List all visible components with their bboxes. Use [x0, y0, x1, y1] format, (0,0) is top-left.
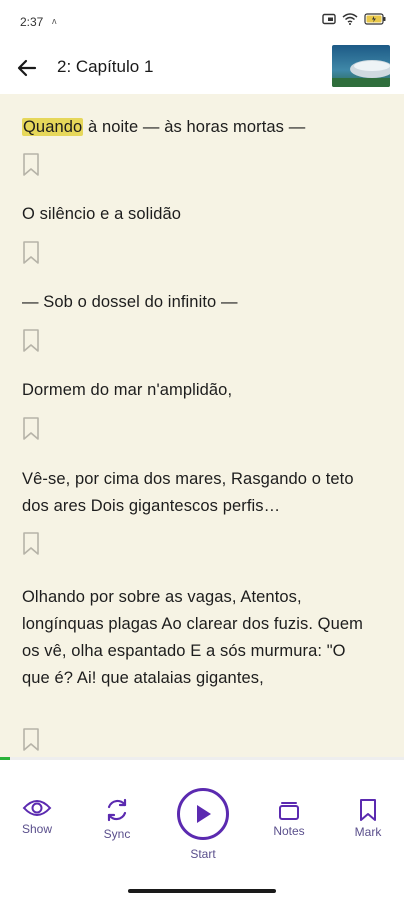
status-icons — [322, 13, 386, 25]
bookmark-icon[interactable] — [22, 153, 40, 177]
show-button[interactable]: Show — [17, 798, 57, 836]
paragraph-5: Vê-se, por cima dos mares, Rasgando o te… — [22, 470, 354, 515]
paragraph-3: — Sob o dossel do infinito — — [22, 293, 238, 311]
reader-content[interactable]: Quando à noite — às horas mortas — O sil… — [0, 94, 404, 757]
start-label: Start — [190, 847, 216, 861]
bookmark-icon[interactable] — [22, 329, 40, 353]
bookmark-icon[interactable] — [22, 417, 40, 441]
notes-icon — [279, 802, 299, 820]
page-title: 2: Capítulo 1 — [57, 57, 154, 76]
arrow-left-icon — [17, 59, 37, 77]
status-time: 2:37 — [20, 15, 44, 29]
bookmark-icon[interactable] — [22, 532, 40, 556]
wifi-icon — [342, 13, 358, 25]
status-bar: 2:37 ʌ — [0, 0, 404, 42]
paragraph-1: Quando à noite — às horas mortas — — [22, 114, 378, 141]
book-cover-thumbnail[interactable] — [332, 45, 390, 87]
paragraph-1-text: à noite — às horas mortas — — [83, 118, 306, 136]
sync-label: Sync — [103, 827, 131, 841]
bookmark-icon[interactable] — [22, 728, 40, 752]
cast-icon — [322, 13, 336, 25]
battery-icon — [364, 13, 386, 25]
start-button[interactable]: Start — [175, 788, 231, 861]
home-indicator[interactable] — [128, 889, 276, 893]
bookmark-icon — [360, 799, 376, 821]
start-circle — [177, 788, 229, 840]
paragraph-4: Dormem do mar n'amplidão, — [22, 381, 233, 399]
sync-icon — [107, 798, 127, 822]
highlighted-word[interactable]: Quando — [22, 118, 84, 136]
show-label: Show — [21, 822, 53, 836]
paragraph-6: Olhando por sobre as vagas, Atentos, lon… — [22, 588, 364, 687]
notes-label: Notes — [273, 824, 305, 838]
mark-label: Mark — [354, 825, 382, 839]
notes-button[interactable]: Notes — [269, 800, 309, 838]
notification-icon: ʌ — [52, 16, 57, 26]
mark-button[interactable]: Mark — [348, 799, 388, 839]
sync-button[interactable]: Sync — [97, 797, 137, 841]
bottom-toolbar: Show Sync Start Notes Mark — [0, 760, 404, 880]
back-button[interactable] — [12, 54, 42, 82]
paragraph-2: O silêncio e a solidão — [22, 205, 182, 223]
app-bar: 2: Capítulo 1 — [0, 42, 404, 94]
play-icon — [197, 805, 211, 823]
bookmark-icon[interactable] — [22, 241, 40, 265]
eye-icon — [22, 800, 52, 816]
